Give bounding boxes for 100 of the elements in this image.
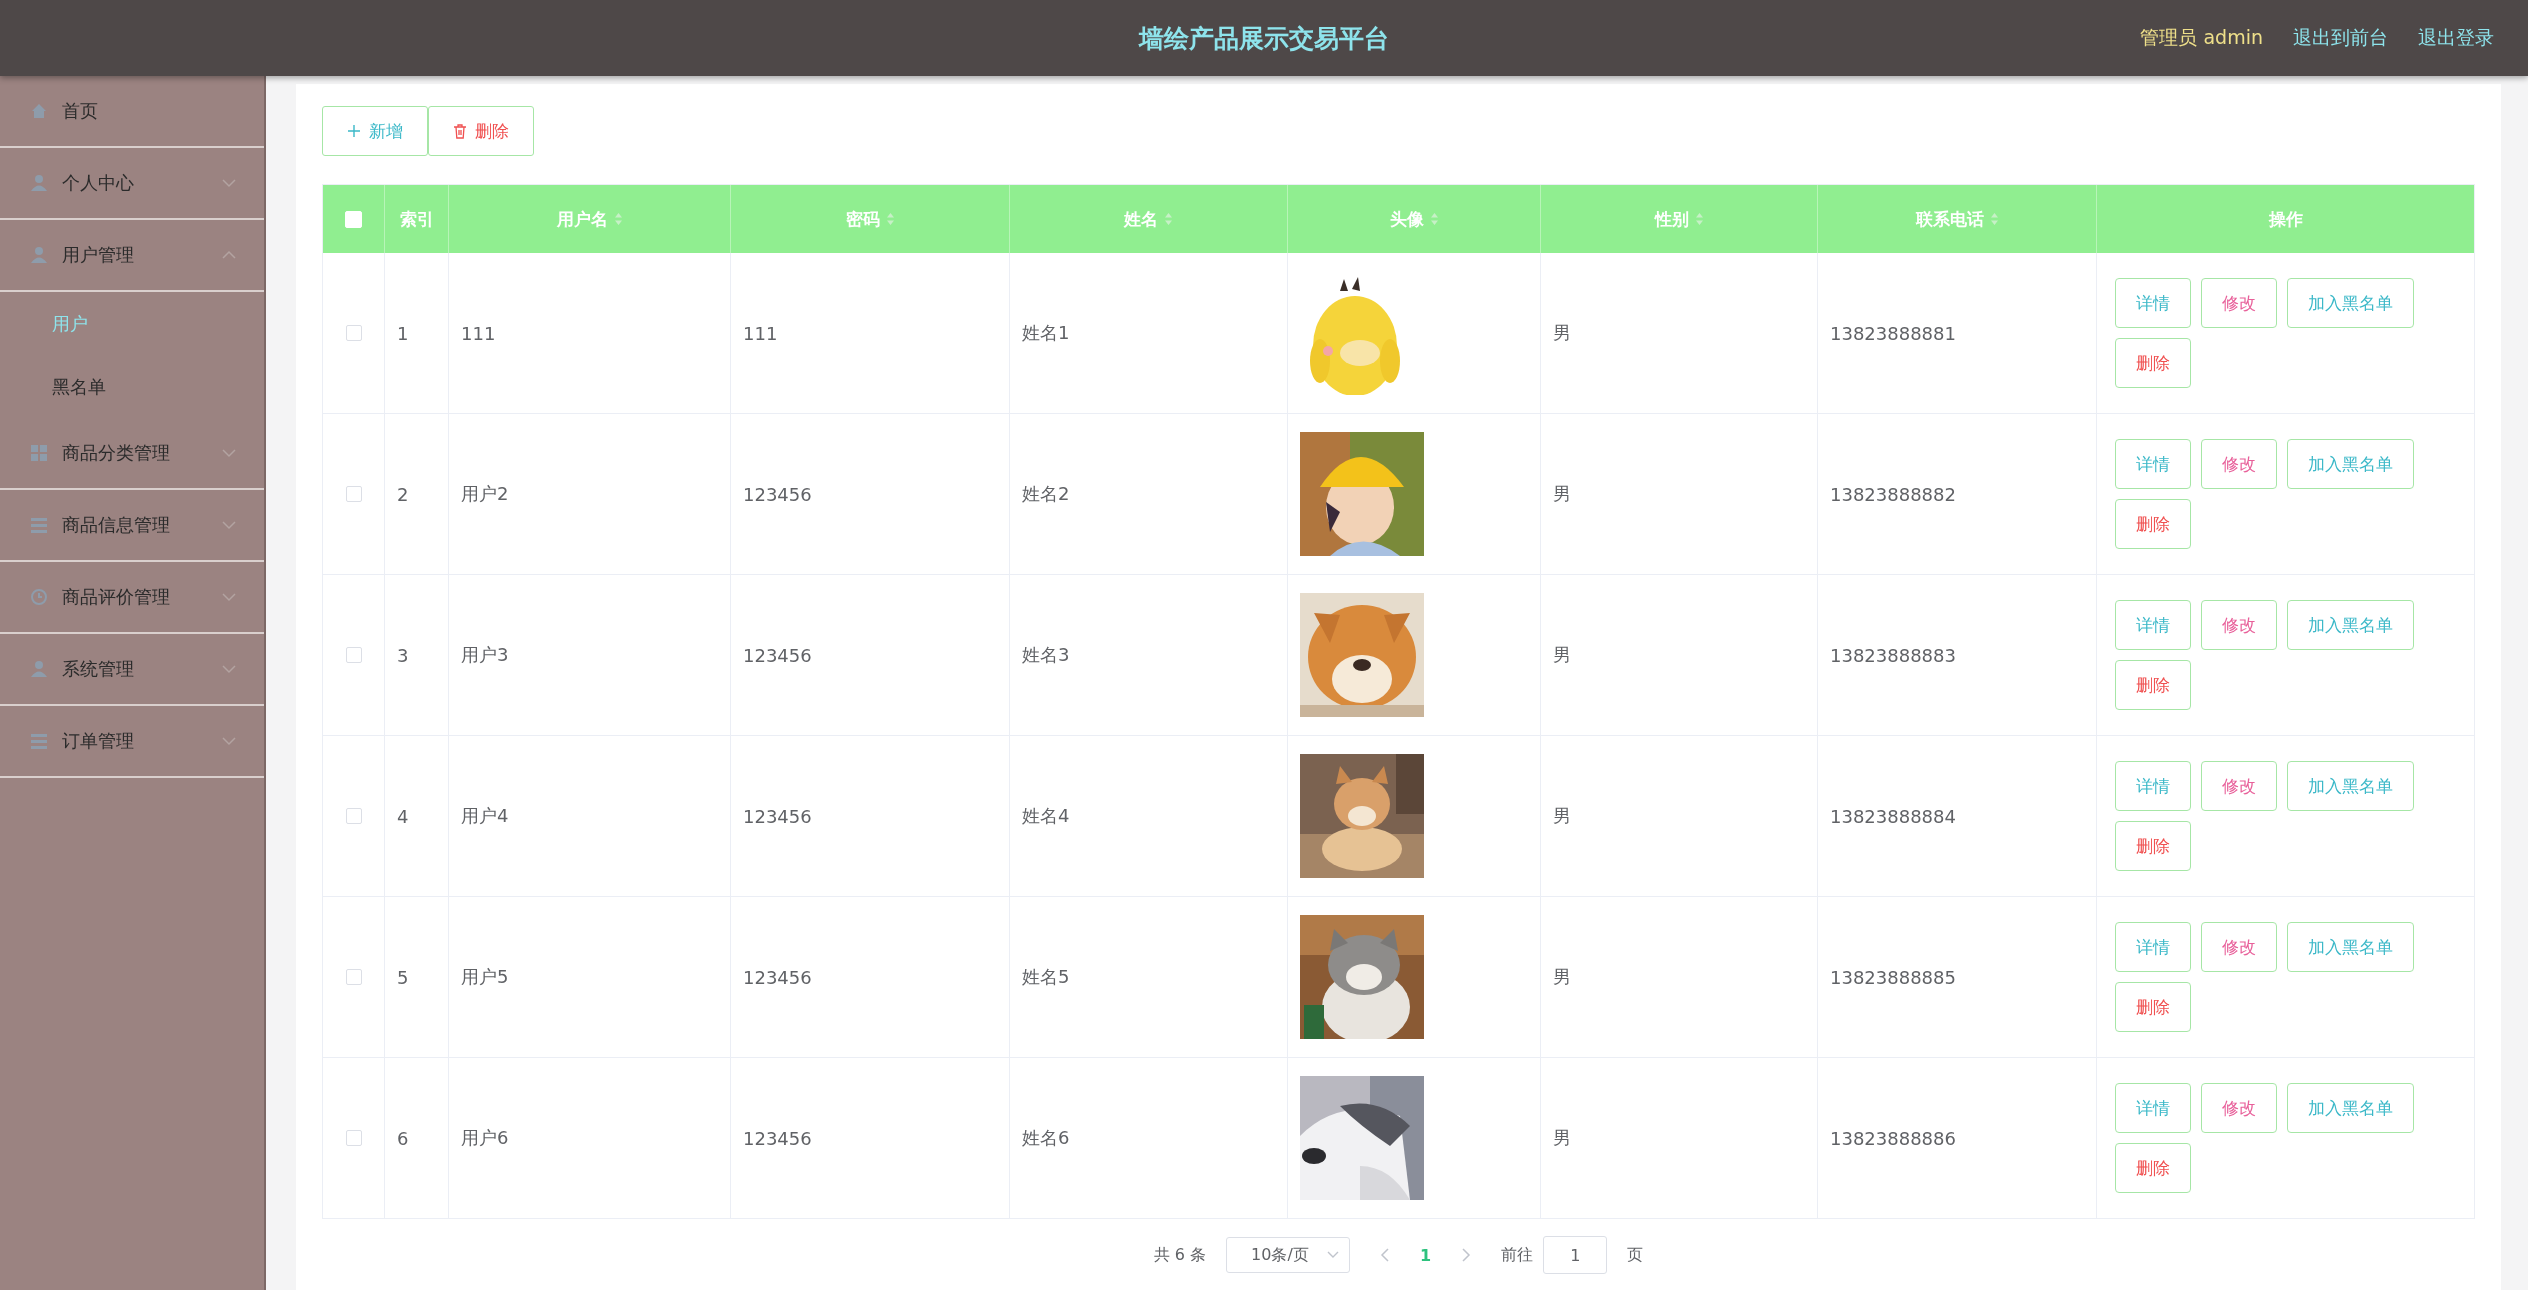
- list-icon: [30, 516, 48, 534]
- detail-button[interactable]: 详情: [2115, 922, 2191, 972]
- page-size-select[interactable]: 10条/页: [1226, 1237, 1351, 1273]
- blacklist-button[interactable]: 加入黑名单: [2287, 278, 2414, 328]
- table-cell: 6: [397, 1127, 409, 1149]
- row-checkbox[interactable]: [345, 1130, 362, 1146]
- sort-icon: [1429, 212, 1439, 226]
- person-icon: [30, 660, 48, 678]
- menu-item[interactable]: 用户管理: [0, 220, 264, 292]
- table-cell: 男: [1553, 321, 1571, 345]
- table-cell: 13823888886: [1830, 1127, 1956, 1149]
- add-button[interactable]: 新增: [322, 106, 428, 156]
- sort-icon: [885, 212, 895, 226]
- plus-icon: [347, 124, 361, 138]
- select-all-checkbox[interactable]: [345, 210, 362, 228]
- row-checkbox[interactable]: [345, 969, 362, 985]
- menu-item[interactable]: 商品分类管理: [0, 418, 264, 490]
- delete-button[interactable]: 删除: [2115, 1143, 2191, 1193]
- edit-button[interactable]: 修改: [2201, 278, 2277, 328]
- sort-icon: [1694, 212, 1704, 226]
- table-cell: 111: [461, 322, 496, 344]
- edit-button[interactable]: 修改: [2201, 600, 2277, 650]
- table-cell: 13823888885: [1830, 966, 1956, 988]
- table-cell: 姓名6: [1022, 1126, 1070, 1150]
- header-link[interactable]: 退出到前台: [2293, 25, 2388, 51]
- table-cell: 男: [1553, 804, 1571, 828]
- table-cell: 111: [743, 322, 778, 344]
- table-cell: 13823888883: [1830, 644, 1956, 666]
- table-cell: 13823888882: [1830, 483, 1956, 505]
- edit-button[interactable]: 修改: [2201, 761, 2277, 811]
- submenu-item[interactable]: 黑名单: [0, 355, 264, 418]
- edit-button[interactable]: 修改: [2201, 439, 2277, 489]
- table-cell: 1: [397, 322, 409, 344]
- table-cell: 5: [397, 966, 409, 988]
- table-cell: 姓名1: [1022, 321, 1070, 345]
- next-page-icon: [1461, 1248, 1472, 1262]
- detail-button[interactable]: 详情: [2115, 278, 2191, 328]
- table-cell: 2: [397, 483, 409, 505]
- header-link[interactable]: 退出登录: [2418, 25, 2494, 51]
- table-cell: 男: [1553, 965, 1571, 989]
- row-checkbox[interactable]: [345, 808, 362, 824]
- table-cell: 用户2: [461, 482, 509, 506]
- page-number[interactable]: 1: [1420, 1245, 1432, 1265]
- row-checkbox[interactable]: [345, 486, 362, 502]
- table-cell: 姓名2: [1022, 482, 1070, 506]
- table-cell: 123456: [743, 966, 812, 988]
- blacklist-button[interactable]: 加入黑名单: [2287, 439, 2414, 489]
- table-cell: 13823888881: [1830, 322, 1956, 344]
- menu-item[interactable]: 订单管理: [0, 706, 264, 778]
- list-icon: [30, 732, 48, 750]
- row-checkbox[interactable]: [345, 325, 362, 341]
- menu-item[interactable]: 商品信息管理: [0, 490, 264, 562]
- table-cell: 姓名3: [1022, 643, 1070, 667]
- blacklist-button[interactable]: 加入黑名单: [2287, 1083, 2414, 1133]
- clock-icon: [30, 588, 48, 606]
- submenu-item[interactable]: 用户: [0, 292, 264, 355]
- table-cell: 123456: [743, 805, 812, 827]
- sort-icon: [1989, 212, 1999, 226]
- page-input[interactable]: 1: [1543, 1236, 1608, 1274]
- blacklist-button[interactable]: 加入黑名单: [2287, 600, 2414, 650]
- menu-item[interactable]: 商品评价管理: [0, 562, 264, 634]
- table-cell: 13823888884: [1830, 805, 1956, 827]
- sort-icon: [613, 212, 623, 226]
- page-unit-label: 页: [1627, 1244, 1644, 1266]
- detail-button[interactable]: 详情: [2115, 600, 2191, 650]
- home-icon: [30, 102, 48, 120]
- edit-button[interactable]: 修改: [2201, 922, 2277, 972]
- trash-icon: [453, 123, 467, 139]
- blacklist-button[interactable]: 加入黑名单: [2287, 761, 2414, 811]
- person-icon: [30, 174, 48, 192]
- total-count: 共 6 条: [1153, 1244, 1207, 1266]
- delete-button[interactable]: 删除: [2115, 499, 2191, 549]
- site-title: 墙绘产品展示交易平台: [1139, 22, 1389, 55]
- delete-button[interactable]: 删除: [2115, 821, 2191, 871]
- sort-icon: [1164, 212, 1173, 226]
- menu-item[interactable]: 首页: [0, 76, 264, 148]
- table-cell: 男: [1553, 1126, 1571, 1150]
- blacklist-button[interactable]: 加入黑名单: [2287, 922, 2414, 972]
- goto-label: 前往: [1501, 1244, 1534, 1266]
- table-cell: 姓名5: [1022, 965, 1070, 989]
- table-cell: 男: [1553, 643, 1571, 667]
- delete-button[interactable]: 删除: [2115, 338, 2191, 388]
- row-checkbox[interactable]: [345, 647, 362, 663]
- detail-button[interactable]: 详情: [2115, 1083, 2191, 1133]
- detail-button[interactable]: 详情: [2115, 439, 2191, 489]
- previous-page-icon: [1380, 1248, 1391, 1262]
- table-cell: 男: [1553, 482, 1571, 506]
- edit-button[interactable]: 修改: [2201, 1083, 2277, 1133]
- delete-button[interactable]: 删除: [428, 106, 534, 156]
- delete-button[interactable]: 删除: [2115, 660, 2191, 710]
- table-cell: 3: [397, 644, 409, 666]
- table-cell: 123456: [743, 1127, 812, 1149]
- table-cell: 用户3: [461, 643, 509, 667]
- table-cell: 姓名4: [1022, 804, 1070, 828]
- user-label: 管理员 admin: [2140, 25, 2263, 50]
- menu-item[interactable]: 系统管理: [0, 634, 264, 706]
- menu-item[interactable]: 个人中心: [0, 148, 264, 220]
- table-cell: 用户4: [461, 804, 509, 828]
- delete-button[interactable]: 删除: [2115, 982, 2191, 1032]
- detail-button[interactable]: 详情: [2115, 761, 2191, 811]
